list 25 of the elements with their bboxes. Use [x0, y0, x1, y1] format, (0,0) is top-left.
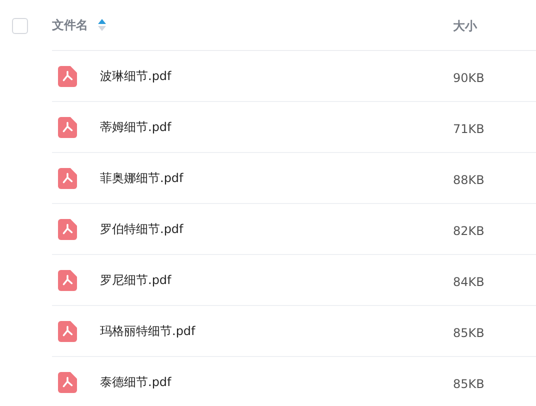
file-size: 85KB [453, 326, 484, 340]
file-size: 84KB [453, 274, 484, 288]
pdf-file-icon [58, 320, 77, 342]
file-name[interactable]: 罗尼细节.pdf [100, 272, 172, 288]
file-size: 71KB [453, 122, 484, 136]
pdf-file-icon [58, 372, 77, 392]
file-size: 88KB [453, 172, 484, 186]
file-name[interactable]: 玛格丽特细节.pdf [100, 322, 196, 340]
file-name[interactable]: 蒂姆细节.pdf [100, 118, 172, 136]
file-size: 90KB [453, 70, 484, 84]
column-header: 大小 [453, 19, 477, 33]
file-name[interactable]: 泰德细节.pdf [100, 374, 172, 390]
file-size: 85KB [453, 376, 484, 390]
column-header: 文件名 [52, 16, 88, 34]
file-name[interactable]: 罗伯特细节.pdf [100, 220, 184, 238]
file-size: 82KB [453, 224, 484, 238]
pdf-file-icon [58, 116, 77, 138]
sort-icon[interactable] [98, 19, 106, 31]
pdf-file-icon [58, 218, 77, 240]
pdf-file-icon [58, 66, 77, 86]
select-all-checkbox[interactable] [12, 18, 28, 34]
file-name[interactable]: 波琳细节.pdf [100, 68, 172, 84]
pdf-file-icon [58, 270, 77, 290]
file-name[interactable]: 菲奥娜细节.pdf [100, 170, 184, 186]
pdf-file-icon [58, 168, 77, 188]
